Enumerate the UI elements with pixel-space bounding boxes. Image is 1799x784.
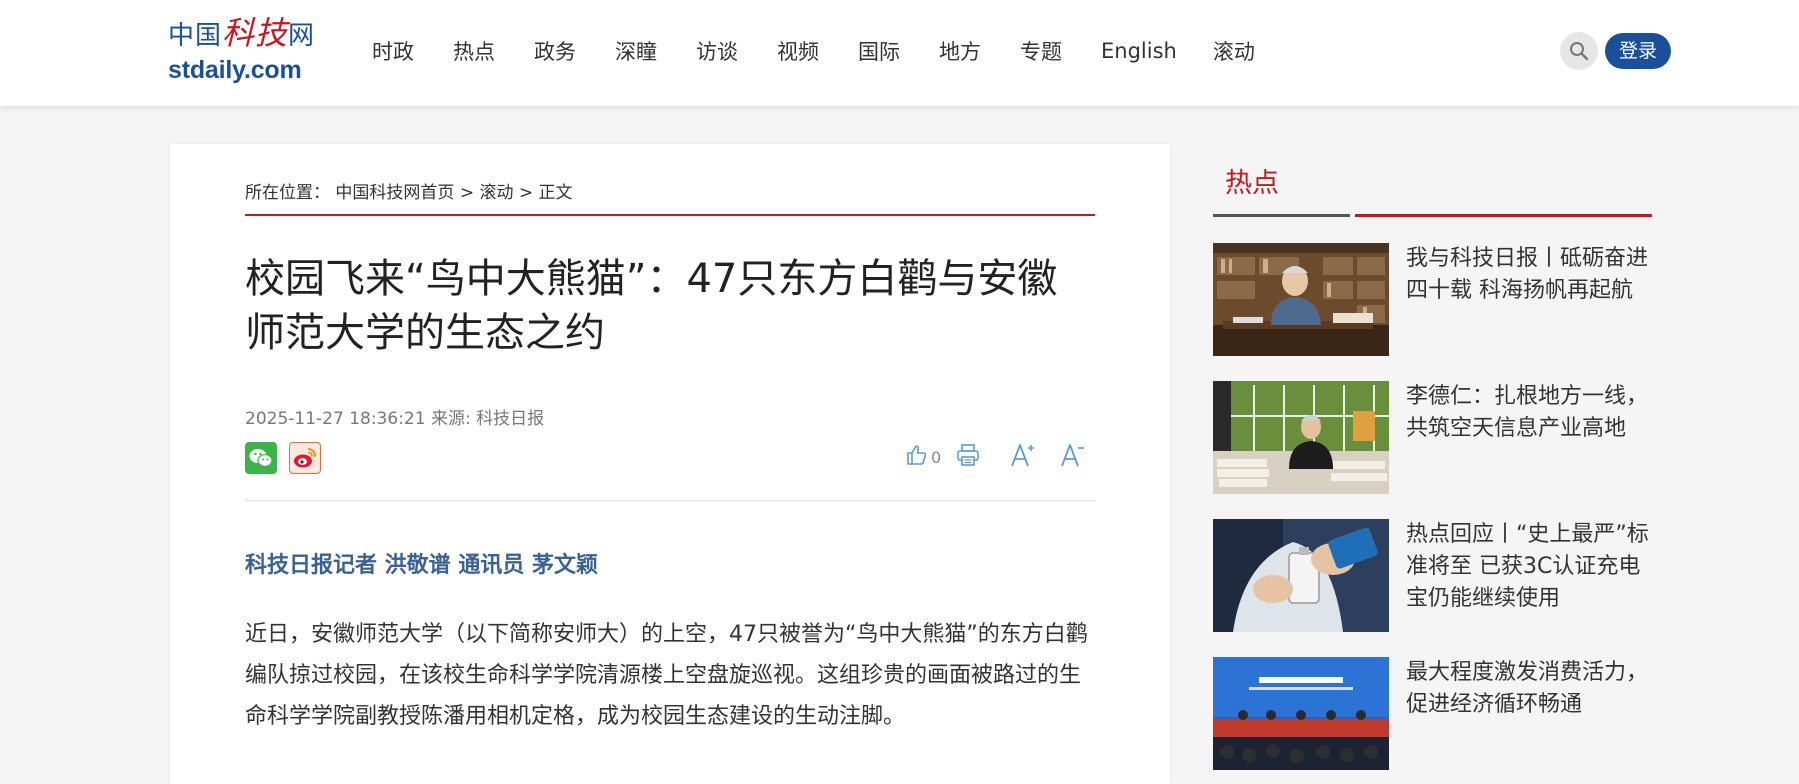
tab-hot[interactable]: 热点 [1225, 161, 1279, 200]
logo-en: stdaily.com [168, 56, 302, 84]
logo-cn: 中国科技网 [168, 17, 316, 51]
article-tools: 0 [905, 441, 1087, 469]
article-meta: 2025-11-27 18:36:21 来源: 科技日报 [245, 404, 544, 429]
login-button[interactable]: 登录 [1605, 33, 1671, 69]
nav-item-shipin[interactable]: 视频 [777, 36, 819, 66]
font-decrease-icon [1061, 444, 1085, 467]
search-icon [1570, 42, 1589, 61]
breadcrumb-divider [245, 214, 1095, 216]
like-button[interactable]: 0 [905, 443, 941, 467]
meta-divider [245, 500, 1095, 501]
article-card: 所在位置： 中国科技网首页 > 滚动 > 正文 校园飞来“鸟中大熊猫”：47只东… [170, 144, 1170, 784]
nav-item-difang[interactable]: 地方 [939, 36, 981, 66]
hot-news-title[interactable]: 我与科技日报丨砥砺奋进四十载 科海扬帆再起航 [1406, 243, 1651, 307]
breadcrumb-separator: > [518, 183, 534, 203]
thumbnail-image [1213, 243, 1389, 356]
breadcrumb-current: 正文 [538, 183, 573, 203]
hot-news-title[interactable]: 李德仁：扎根地方一线，共筑空天信息产业高地 [1406, 381, 1651, 445]
main-nav: 时政 热点 政务 深瞳 访谈 视频 国际 地方 专题 English 滚动 [372, 33, 1294, 69]
thumbnail-image [1213, 657, 1389, 770]
nav-item-english[interactable]: English [1101, 39, 1177, 63]
hot-news-title[interactable]: 热点回应丨“史上最严”标准将至 已获3C认证充电宝仍能继续使用 [1406, 519, 1651, 615]
breadcrumb-prefix: 所在位置： [245, 183, 330, 203]
hot-news-thumbnail[interactable] [1213, 381, 1389, 494]
tab-hot-underline [1213, 214, 1350, 217]
nav-item-shentong[interactable]: 深瞳 [615, 36, 657, 66]
sidebar-divider [1355, 214, 1652, 217]
site-logo[interactable]: 中国科技网 stdaily.com [168, 17, 328, 88]
like-count: 0 [931, 448, 942, 467]
weibo-icon [294, 448, 317, 468]
share-bar [245, 442, 333, 474]
nav-item-guoji[interactable]: 国际 [858, 36, 900, 66]
wechat-icon [249, 449, 273, 467]
article-paragraph: 近日，安徽师范大学（以下简称安师大）的上空，47只被誉为“鸟中大熊猫”的东方白鹳… [245, 622, 1088, 729]
article-title: 校园飞来“鸟中大熊猫”：47只东方白鹳与安徽师范大学的生态之约 [245, 256, 1058, 356]
breadcrumb-section-link[interactable]: 滚动 [479, 183, 513, 203]
printer-icon [957, 444, 979, 466]
hot-news-item[interactable]: 最大程度激发消费活力，促进经济循环畅通 [1213, 657, 1653, 770]
site-header: 中国科技网 stdaily.com 时政 热点 政务 深瞳 访谈 视频 国际 地… [0, 0, 1799, 106]
search-button[interactable] [1560, 32, 1598, 70]
hot-news-item[interactable]: 热点回应丨“史上最严”标准将至 已获3C认证充电宝仍能继续使用 [1213, 519, 1653, 632]
nav-item-fangtan[interactable]: 访谈 [696, 36, 738, 66]
font-increase-icon [1011, 444, 1035, 467]
thumbs-up-icon [907, 445, 927, 465]
breadcrumb-separator: > [459, 183, 475, 203]
article-date: 2025-11-27 18:36:21 [245, 409, 426, 429]
logo-cn-post: 网 [288, 21, 316, 51]
hot-news-item[interactable]: 李德仁：扎根地方一线，共筑空天信息产业高地 [1213, 381, 1653, 494]
font-decrease-button[interactable] [1059, 441, 1087, 469]
thumbnail-image [1213, 519, 1389, 632]
thumbnail-image [1213, 381, 1389, 494]
nav-item-zhengwu[interactable]: 政务 [534, 36, 576, 66]
hot-news-thumbnail[interactable] [1213, 657, 1389, 770]
article-source: 科技日报 [476, 409, 545, 429]
font-increase-button[interactable] [1009, 441, 1037, 469]
hot-news-title[interactable]: 最大程度激发消费活力，促进经济循环畅通 [1406, 657, 1651, 721]
breadcrumb: 所在位置： 中国科技网首页 > 滚动 > 正文 [245, 178, 573, 203]
hot-news-thumbnail[interactable] [1213, 243, 1389, 356]
article-author: 科技日报记者 洪敬谱 通讯员 茅文颖 [245, 553, 598, 578]
nav-item-gundong[interactable]: 滚动 [1213, 36, 1255, 66]
nav-item-shizheng[interactable]: 时政 [372, 36, 414, 66]
hot-news-item[interactable]: 我与科技日报丨砥砺奋进四十载 科海扬帆再起航 [1213, 243, 1653, 356]
hot-news-thumbnail[interactable] [1213, 519, 1389, 632]
breadcrumb-home-link[interactable]: 中国科技网首页 [335, 183, 454, 203]
nav-item-zhuanti[interactable]: 专题 [1020, 36, 1062, 66]
share-wechat-button[interactable] [245, 442, 277, 474]
share-weibo-button[interactable] [289, 442, 321, 474]
print-button[interactable] [955, 442, 981, 468]
logo-cn-red: 科技 [222, 14, 289, 52]
nav-item-redian[interactable]: 热点 [453, 36, 495, 66]
logo-cn-pre: 中国 [168, 21, 223, 51]
article-source-label: 来源: [430, 409, 471, 429]
